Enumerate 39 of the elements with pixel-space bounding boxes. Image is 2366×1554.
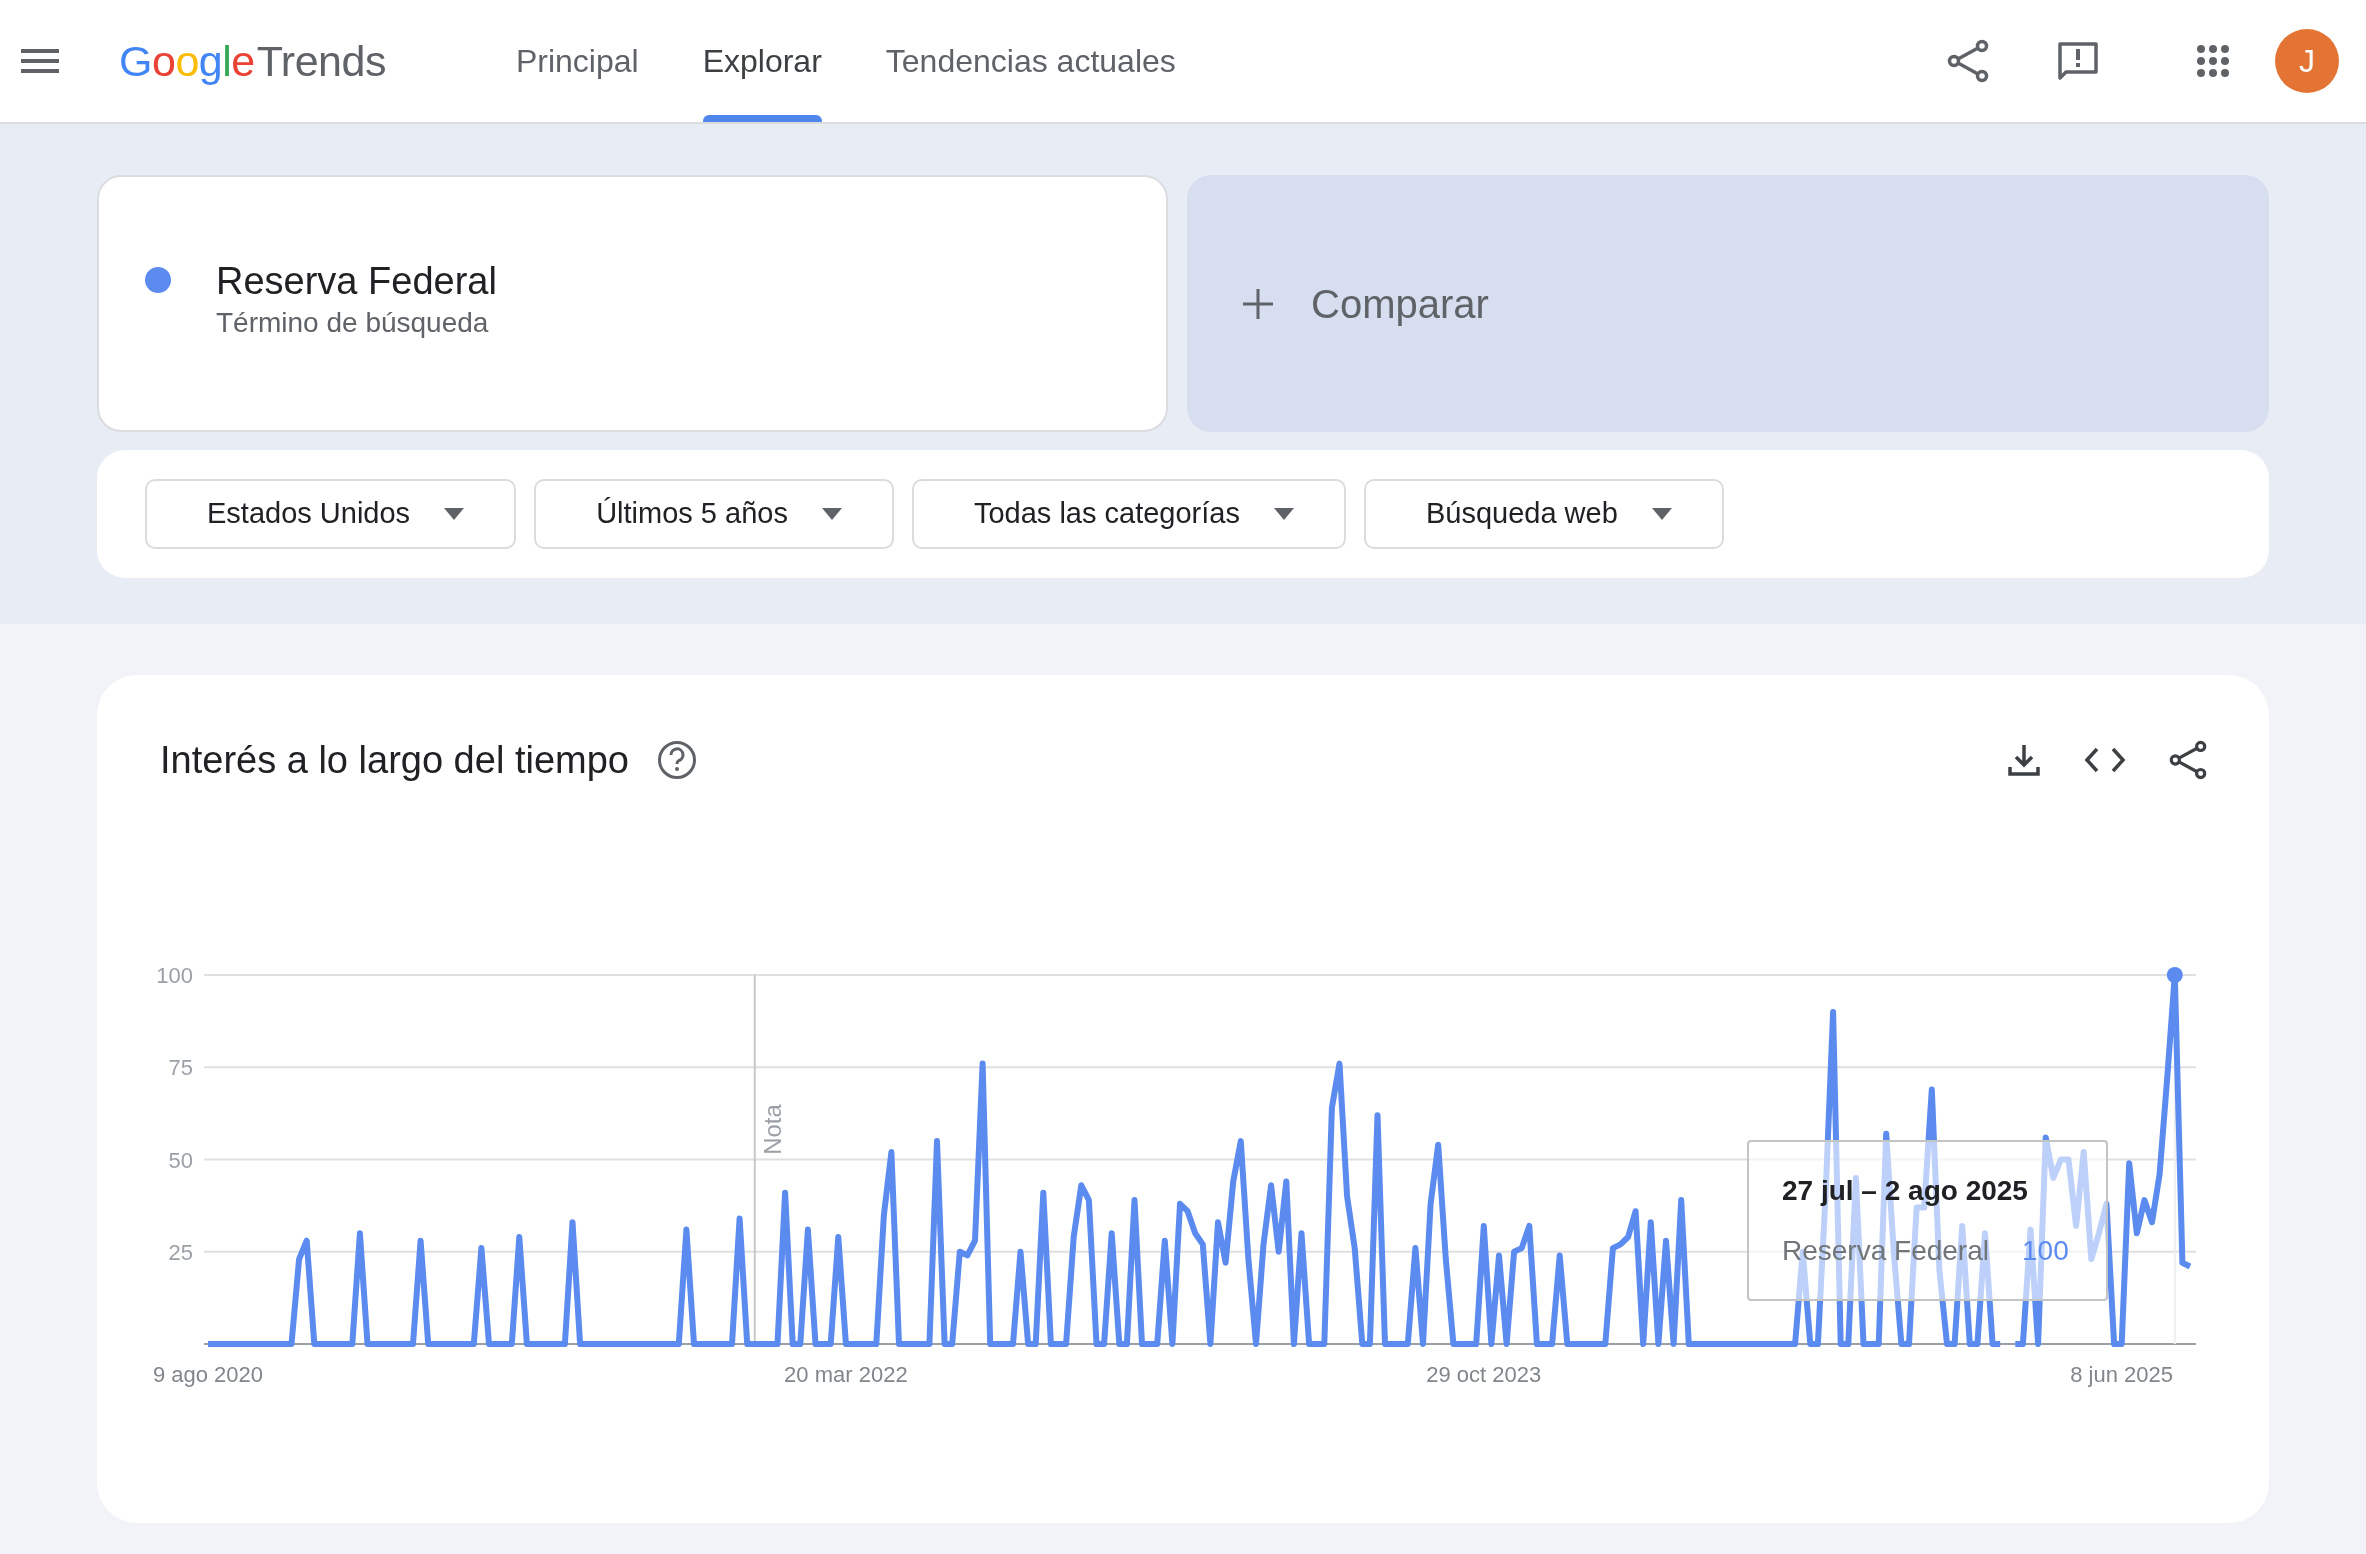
feedback-icon[interactable]: [2057, 40, 2099, 82]
x-axis-label: 20 mar 2022: [784, 1362, 908, 1387]
tooltip-date: 27 jul – 2 ago 2025: [1782, 1174, 2029, 1208]
filter-dropdown[interactable]: Todas las categorías: [911, 479, 1346, 549]
hover-point: [2166, 967, 2183, 983]
note-label: Nota: [758, 1104, 786, 1155]
tooltip-series: Reserva Federal: [1782, 1234, 1989, 1268]
y-axis-label: 100: [156, 963, 193, 988]
tooltip-value: 100: [2022, 1234, 2069, 1268]
help-icon[interactable]: [656, 740, 697, 780]
nav-tab[interactable]: Principal: [515, 0, 639, 122]
term-name: Reserva Federal: [216, 259, 497, 303]
embed-icon[interactable]: [2085, 747, 2125, 773]
menu-icon[interactable]: [21, 47, 59, 75]
term-type: Término de búsqueda: [216, 306, 490, 340]
caret-icon: [1273, 508, 1294, 520]
filter-dropdown[interactable]: Últimos 5 años: [534, 479, 894, 549]
compare-button[interactable]: Comparar: [1187, 175, 2269, 432]
y-axis-label: 50: [168, 1147, 193, 1173]
filter-dropdown[interactable]: Estados Unidos: [145, 479, 517, 549]
search-term-card[interactable]: Reserva Federal Término de búsqueda: [97, 175, 1168, 432]
share-icon[interactable]: [2169, 740, 2207, 780]
share-icon[interactable]: [1947, 39, 1989, 83]
caret-icon: [1651, 508, 1672, 520]
plus-icon: [1243, 288, 1273, 319]
nav-tab[interactable]: Tendencias actuales: [885, 0, 1176, 122]
caret-icon: [444, 508, 465, 520]
filter-dropdown[interactable]: Búsqueda web: [1363, 479, 1724, 549]
x-axis-label: 29 oct 2023: [1426, 1362, 1542, 1387]
caret-icon: [821, 508, 842, 520]
chart-title: Interés a lo largo del tiempo: [160, 737, 629, 783]
nav-tab[interactable]: Explorar: [702, 0, 822, 122]
download-icon[interactable]: [2007, 743, 2041, 777]
y-axis-label: 75: [168, 1055, 193, 1081]
x-axis-label: 9 ago 2020: [152, 1362, 264, 1387]
y-axis-label: 25: [168, 1239, 193, 1265]
x-axis-label: 8 jun 2025: [2070, 1362, 2174, 1387]
apps-icon[interactable]: [2197, 45, 2229, 77]
logo-wordmark[interactable]: GoogleTrends: [119, 28, 386, 94]
